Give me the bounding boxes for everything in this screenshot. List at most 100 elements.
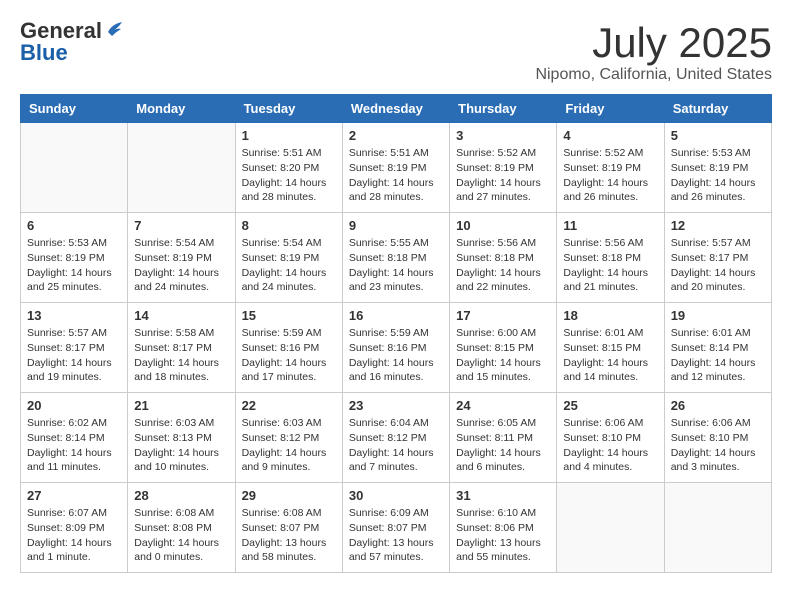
day-info: Sunrise: 5:58 AMSunset: 8:17 PMDaylight:… (134, 326, 228, 385)
calendar-day-cell: 1 Sunrise: 5:51 AMSunset: 8:20 PMDaylight… (235, 123, 342, 213)
day-info: Sunrise: 6:05 AMSunset: 8:11 PMDaylight:… (456, 416, 550, 475)
day-info: Sunrise: 5:51 AMSunset: 8:20 PMDaylight:… (242, 146, 336, 205)
calendar-day-cell: 30Sunrise: 6:09 AMSunset: 8:07 PMDayligh… (342, 483, 449, 573)
logo: General Blue (20, 20, 126, 64)
calendar-week-row: 6 Sunrise: 5:53 AMSunset: 8:19 PMDaylight… (21, 213, 772, 303)
day-number: 27 (27, 488, 121, 503)
day-number: 15 (242, 308, 336, 323)
calendar-day-cell: 20 Sunrise: 6:02 AMSunset: 8:14 PMDayligh… (21, 393, 128, 483)
day-number: 31 (456, 488, 550, 503)
day-info: Sunrise: 5:56 AMSunset: 8:18 PMDaylight:… (456, 236, 550, 295)
calendar-day-cell: 21 Sunrise: 6:03 AMSunset: 8:13 PMDayligh… (128, 393, 235, 483)
day-of-week-header: Tuesday (235, 95, 342, 123)
day-of-week-header: Wednesday (342, 95, 449, 123)
day-info: Sunrise: 6:04 AMSunset: 8:12 PMDaylight:… (349, 416, 443, 475)
day-info: Sunrise: 6:07 AMSunset: 8:09 PMDaylight:… (27, 506, 121, 565)
calendar-day-cell: 31 Sunrise: 6:10 AMSunset: 8:06 PMDayligh… (450, 483, 557, 573)
calendar-week-row: 20 Sunrise: 6:02 AMSunset: 8:14 PMDayligh… (21, 393, 772, 483)
calendar-day-cell (557, 483, 664, 573)
calendar-day-cell: 26Sunrise: 6:06 AMSunset: 8:10 PMDayligh… (664, 393, 771, 483)
calendar-header-row: SundayMondayTuesdayWednesdayThursdayFrid… (21, 95, 772, 123)
location-text: Nipomo, California, United States (535, 66, 772, 84)
day-of-week-header: Monday (128, 95, 235, 123)
day-number: 5 (671, 128, 765, 143)
day-number: 16 (349, 308, 443, 323)
logo-general-text: General (20, 20, 102, 42)
day-number: 21 (134, 398, 228, 413)
day-info: Sunrise: 5:59 AMSunset: 8:16 PMDaylight:… (349, 326, 443, 385)
day-info: Sunrise: 5:54 AMSunset: 8:19 PMDaylight:… (242, 236, 336, 295)
day-info: Sunrise: 6:02 AMSunset: 8:14 PMDaylight:… (27, 416, 121, 475)
calendar-day-cell: 27 Sunrise: 6:07 AMSunset: 8:09 PMDayligh… (21, 483, 128, 573)
day-info: Sunrise: 6:01 AMSunset: 8:15 PMDaylight:… (563, 326, 657, 385)
calendar-day-cell: 12Sunrise: 5:57 AMSunset: 8:17 PMDayligh… (664, 213, 771, 303)
day-info: Sunrise: 6:08 AMSunset: 8:08 PMDaylight:… (134, 506, 228, 565)
logo-blue-text: Blue (20, 42, 68, 64)
calendar-day-cell: 23Sunrise: 6:04 AMSunset: 8:12 PMDayligh… (342, 393, 449, 483)
day-number: 28 (134, 488, 228, 503)
calendar-day-cell: 2 Sunrise: 5:51 AMSunset: 8:19 PMDaylight… (342, 123, 449, 213)
calendar-day-cell: 17 Sunrise: 6:00 AMSunset: 8:15 PMDayligh… (450, 303, 557, 393)
calendar-day-cell: 3Sunrise: 5:52 AMSunset: 8:19 PMDaylight… (450, 123, 557, 213)
day-number: 29 (242, 488, 336, 503)
day-number: 1 (242, 128, 336, 143)
month-title: July 2025 (535, 20, 772, 66)
title-section: July 2025 Nipomo, California, United Sta… (535, 20, 772, 84)
day-number: 6 (27, 218, 121, 233)
day-info: Sunrise: 6:10 AMSunset: 8:06 PMDaylight:… (456, 506, 550, 565)
day-number: 11 (563, 218, 657, 233)
day-number: 13 (27, 308, 121, 323)
calendar-day-cell: 11 Sunrise: 5:56 AMSunset: 8:18 PMDayligh… (557, 213, 664, 303)
day-info: Sunrise: 6:06 AMSunset: 8:10 PMDaylight:… (671, 416, 765, 475)
calendar-day-cell: 10 Sunrise: 5:56 AMSunset: 8:18 PMDayligh… (450, 213, 557, 303)
day-info: Sunrise: 5:56 AMSunset: 8:18 PMDaylight:… (563, 236, 657, 295)
day-number: 2 (349, 128, 443, 143)
day-number: 18 (563, 308, 657, 323)
calendar-day-cell (21, 123, 128, 213)
day-of-week-header: Sunday (21, 95, 128, 123)
calendar-day-cell: 18 Sunrise: 6:01 AMSunset: 8:15 PMDayligh… (557, 303, 664, 393)
calendar-day-cell: 13 Sunrise: 5:57 AMSunset: 8:17 PMDayligh… (21, 303, 128, 393)
day-number: 20 (27, 398, 121, 413)
day-info: Sunrise: 5:52 AMSunset: 8:19 PMDaylight:… (456, 146, 550, 205)
day-info: Sunrise: 5:57 AMSunset: 8:17 PMDaylight:… (27, 326, 121, 385)
day-info: Sunrise: 6:06 AMSunset: 8:10 PMDaylight:… (563, 416, 657, 475)
day-info: Sunrise: 6:03 AMSunset: 8:12 PMDaylight:… (242, 416, 336, 475)
day-info: Sunrise: 6:03 AMSunset: 8:13 PMDaylight:… (134, 416, 228, 475)
day-number: 17 (456, 308, 550, 323)
calendar-day-cell: 25 Sunrise: 6:06 AMSunset: 8:10 PMDayligh… (557, 393, 664, 483)
day-info: Sunrise: 5:53 AMSunset: 8:19 PMDaylight:… (27, 236, 121, 295)
day-number: 8 (242, 218, 336, 233)
calendar-day-cell: 24Sunrise: 6:05 AMSunset: 8:11 PMDayligh… (450, 393, 557, 483)
day-number: 7 (134, 218, 228, 233)
logo-bird-icon (104, 18, 126, 40)
calendar-day-cell: 29Sunrise: 6:08 AMSunset: 8:07 PMDayligh… (235, 483, 342, 573)
day-number: 30 (349, 488, 443, 503)
day-info: Sunrise: 5:59 AMSunset: 8:16 PMDaylight:… (242, 326, 336, 385)
page-header: General Blue July 2025 Nipomo, Californi… (20, 20, 772, 84)
day-of-week-header: Saturday (664, 95, 771, 123)
day-number: 22 (242, 398, 336, 413)
day-info: Sunrise: 5:51 AMSunset: 8:19 PMDaylight:… (349, 146, 443, 205)
day-number: 14 (134, 308, 228, 323)
calendar-day-cell: 9Sunrise: 5:55 AMSunset: 8:18 PMDaylight… (342, 213, 449, 303)
calendar-day-cell: 5Sunrise: 5:53 AMSunset: 8:19 PMDaylight… (664, 123, 771, 213)
calendar-day-cell: 7 Sunrise: 5:54 AMSunset: 8:19 PMDaylight… (128, 213, 235, 303)
day-number: 19 (671, 308, 765, 323)
day-of-week-header: Friday (557, 95, 664, 123)
calendar-day-cell: 28 Sunrise: 6:08 AMSunset: 8:08 PMDayligh… (128, 483, 235, 573)
calendar-day-cell (664, 483, 771, 573)
calendar-day-cell: 8 Sunrise: 5:54 AMSunset: 8:19 PMDaylight… (235, 213, 342, 303)
day-number: 4 (563, 128, 657, 143)
calendar-day-cell: 19Sunrise: 6:01 AMSunset: 8:14 PMDayligh… (664, 303, 771, 393)
calendar-day-cell (128, 123, 235, 213)
day-info: Sunrise: 6:00 AMSunset: 8:15 PMDaylight:… (456, 326, 550, 385)
day-number: 25 (563, 398, 657, 413)
day-of-week-header: Thursday (450, 95, 557, 123)
calendar-day-cell: 14 Sunrise: 5:58 AMSunset: 8:17 PMDayligh… (128, 303, 235, 393)
day-number: 10 (456, 218, 550, 233)
calendar-day-cell: 4Sunrise: 5:52 AMSunset: 8:19 PMDaylight… (557, 123, 664, 213)
calendar-day-cell: 6 Sunrise: 5:53 AMSunset: 8:19 PMDaylight… (21, 213, 128, 303)
calendar-table: SundayMondayTuesdayWednesdayThursdayFrid… (20, 94, 772, 573)
day-info: Sunrise: 5:54 AMSunset: 8:19 PMDaylight:… (134, 236, 228, 295)
